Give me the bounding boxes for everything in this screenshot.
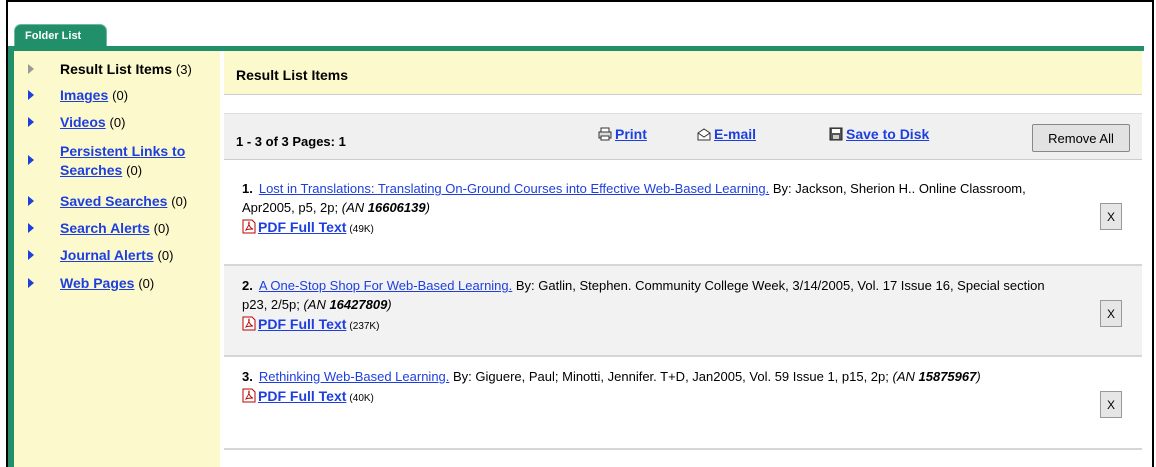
result-body: 1. Lost in Translations: Translating On-G…: [242, 179, 1052, 239]
remove-all-button[interactable]: Remove All: [1032, 124, 1130, 152]
sidebar-item-count: (0): [109, 115, 126, 130]
result-row: 2. A One-Stop Shop For Web-Based Learning…: [224, 266, 1142, 357]
print-icon[interactable]: [598, 127, 612, 141]
sidebar-item-label-line1[interactable]: Persistent Links to: [60, 143, 185, 159]
pdf-full-text-link[interactable]: PDF Full Text: [258, 388, 346, 404]
result-title-link[interactable]: Lost in Translations: Translating On-Gro…: [259, 181, 769, 196]
result-row: 3. Rethinking Web-Based Learning. By: Gig…: [224, 357, 1142, 450]
sidebar-item-label: Result List Items: [60, 61, 173, 77]
sidebar: Result List Items (3) Images (0) Videos …: [14, 51, 220, 467]
sidebar-item-count: (0): [171, 194, 188, 209]
pdf-size: (237K): [349, 321, 380, 332]
result-citation: By: Giguere, Paul; Minotti, Jennifer. T+…: [449, 369, 893, 384]
accession-number: 15875967: [918, 369, 977, 384]
pdf-icon: [242, 219, 256, 234]
result-number: 3.: [242, 369, 253, 384]
an-label: (AN: [341, 200, 368, 215]
results-toolbar: 1 - 3 of 3 Pages: 1 Print E-mail Save to…: [224, 113, 1142, 160]
an-close: ): [425, 200, 430, 215]
an-label: (AN: [892, 369, 919, 384]
pdf-icon: [242, 316, 256, 331]
pdf-icon: [242, 388, 256, 403]
accession-number: 16606139: [367, 200, 426, 215]
page-title: Result List Items: [236, 67, 349, 83]
result-title-link[interactable]: Rethinking Web-Based Learning.: [259, 369, 450, 384]
arrow-right-icon: [28, 223, 34, 233]
sidebar-item-count: (0): [157, 248, 174, 263]
save-disk-icon[interactable]: [829, 127, 843, 141]
remove-item-button[interactable]: X: [1100, 203, 1122, 230]
result-number: 2.: [242, 278, 253, 293]
sidebar-item-count: (0): [112, 88, 129, 103]
tab-folder-list[interactable]: Folder List: [14, 24, 107, 46]
sidebar-item-label[interactable]: Journal Alerts: [60, 247, 154, 263]
pdf-size: (49K): [349, 224, 374, 235]
arrow-right-icon: [28, 278, 34, 288]
sidebar-item-label[interactable]: Web Pages: [60, 275, 134, 291]
pdf-size: (40K): [349, 393, 374, 404]
tab-label: Folder List: [25, 30, 82, 42]
result-title-link[interactable]: A One-Stop Shop For Web-Based Learning.: [259, 278, 512, 293]
sidebar-item-label[interactable]: Searches: [60, 162, 122, 178]
remove-item-button[interactable]: X: [1100, 300, 1122, 327]
sidebar-item-count: (0): [153, 221, 170, 236]
sidebar-item-count: (0): [138, 276, 155, 291]
email-link[interactable]: E-mail: [714, 126, 756, 142]
result-body: 3. Rethinking Web-Based Learning. By: Gig…: [242, 367, 1052, 408]
sidebar-item-label[interactable]: Videos: [60, 114, 106, 130]
an-label: (AN: [303, 297, 330, 312]
sidebar-item-label[interactable]: Search Alerts: [60, 220, 150, 236]
arrow-right-icon: [28, 155, 34, 165]
result-row: 1. Lost in Translations: Translating On-G…: [224, 169, 1142, 266]
sidebar-item-count: (0): [126, 163, 143, 178]
pdf-full-text-link[interactable]: PDF Full Text: [258, 219, 346, 235]
arrow-right-icon: [28, 117, 34, 127]
arrow-right-icon: [28, 196, 34, 206]
result-body: 2. A One-Stop Shop For Web-Based Learning…: [242, 276, 1052, 336]
page-title-bar: Result List Items: [224, 51, 1142, 95]
an-close: ): [976, 369, 981, 384]
arrow-right-icon: [28, 250, 34, 260]
result-count: 1 - 3 of 3 Pages: 1: [236, 134, 346, 149]
accession-number: 16427809: [329, 297, 388, 312]
print-link[interactable]: Print: [615, 126, 647, 142]
save-to-disk-link[interactable]: Save to Disk: [846, 126, 929, 142]
an-close: ): [387, 297, 392, 312]
result-number: 1.: [242, 181, 253, 196]
sidebar-item-label[interactable]: Images: [60, 87, 108, 103]
arrow-right-icon: [28, 90, 34, 100]
sidebar-item-label[interactable]: Saved Searches: [60, 193, 167, 209]
sidebar-item-count: (3): [175, 62, 192, 77]
email-icon[interactable]: [697, 127, 711, 141]
pdf-full-text-link[interactable]: PDF Full Text: [258, 316, 346, 332]
arrow-right-icon: [28, 64, 34, 74]
remove-item-button[interactable]: X: [1100, 391, 1122, 418]
